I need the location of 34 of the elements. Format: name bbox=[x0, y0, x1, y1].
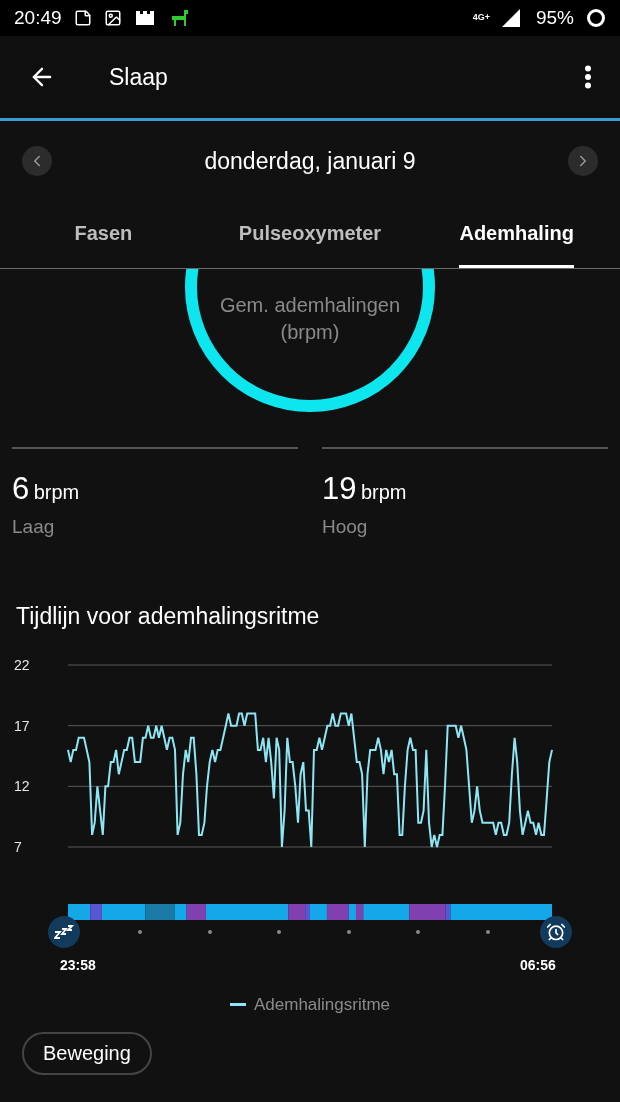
battery-icon bbox=[586, 8, 606, 28]
signal-icon bbox=[501, 9, 520, 27]
legend-swatch bbox=[229, 1003, 246, 1007]
axis-label: 22 bbox=[14, 657, 30, 673]
screen-title: Slaap bbox=[109, 62, 169, 92]
castle-icon bbox=[133, 9, 156, 27]
end-time: 06:56 bbox=[520, 956, 556, 975]
axis-label: 17 bbox=[14, 717, 30, 734]
next-day-button[interactable] bbox=[568, 146, 598, 176]
stat-label: Laag bbox=[12, 514, 56, 539]
legend-label: Ademhalingsritme bbox=[253, 994, 391, 1016]
date-text: donderdag, januari 9 bbox=[204, 146, 416, 176]
stat-label: Hoog bbox=[322, 514, 369, 539]
more-icon bbox=[584, 65, 592, 89]
average-label: Gem. ademhalingen (brpm) bbox=[218, 293, 402, 345]
more-menu-button[interactable] bbox=[584, 65, 592, 89]
tab[interactable]: Fasen bbox=[0, 201, 207, 268]
stat-value: 6 brpm bbox=[12, 470, 81, 508]
network-label: 4G+ bbox=[472, 11, 490, 25]
start-time: 23:58 bbox=[60, 956, 96, 975]
stat-value: 19 brpm bbox=[322, 470, 408, 508]
tab[interactable]: Pulseoxymeter bbox=[206, 201, 414, 268]
battery-text: 95% bbox=[535, 5, 574, 30]
section-title: Tijdlijn voor ademhalingsritme bbox=[16, 602, 320, 631]
filter-chip[interactable]: Beweging bbox=[22, 1031, 152, 1075]
previous-day-button[interactable] bbox=[22, 146, 52, 176]
note-icon bbox=[73, 9, 92, 27]
image-icon bbox=[103, 9, 122, 27]
axis-label: 12 bbox=[14, 778, 30, 795]
sleep-icon bbox=[48, 916, 80, 948]
clock-text: 20:49 bbox=[14, 5, 62, 30]
alarm-icon bbox=[540, 916, 572, 948]
tab[interactable]: Ademhaling bbox=[413, 201, 620, 268]
axis-label: 7 bbox=[14, 839, 22, 855]
